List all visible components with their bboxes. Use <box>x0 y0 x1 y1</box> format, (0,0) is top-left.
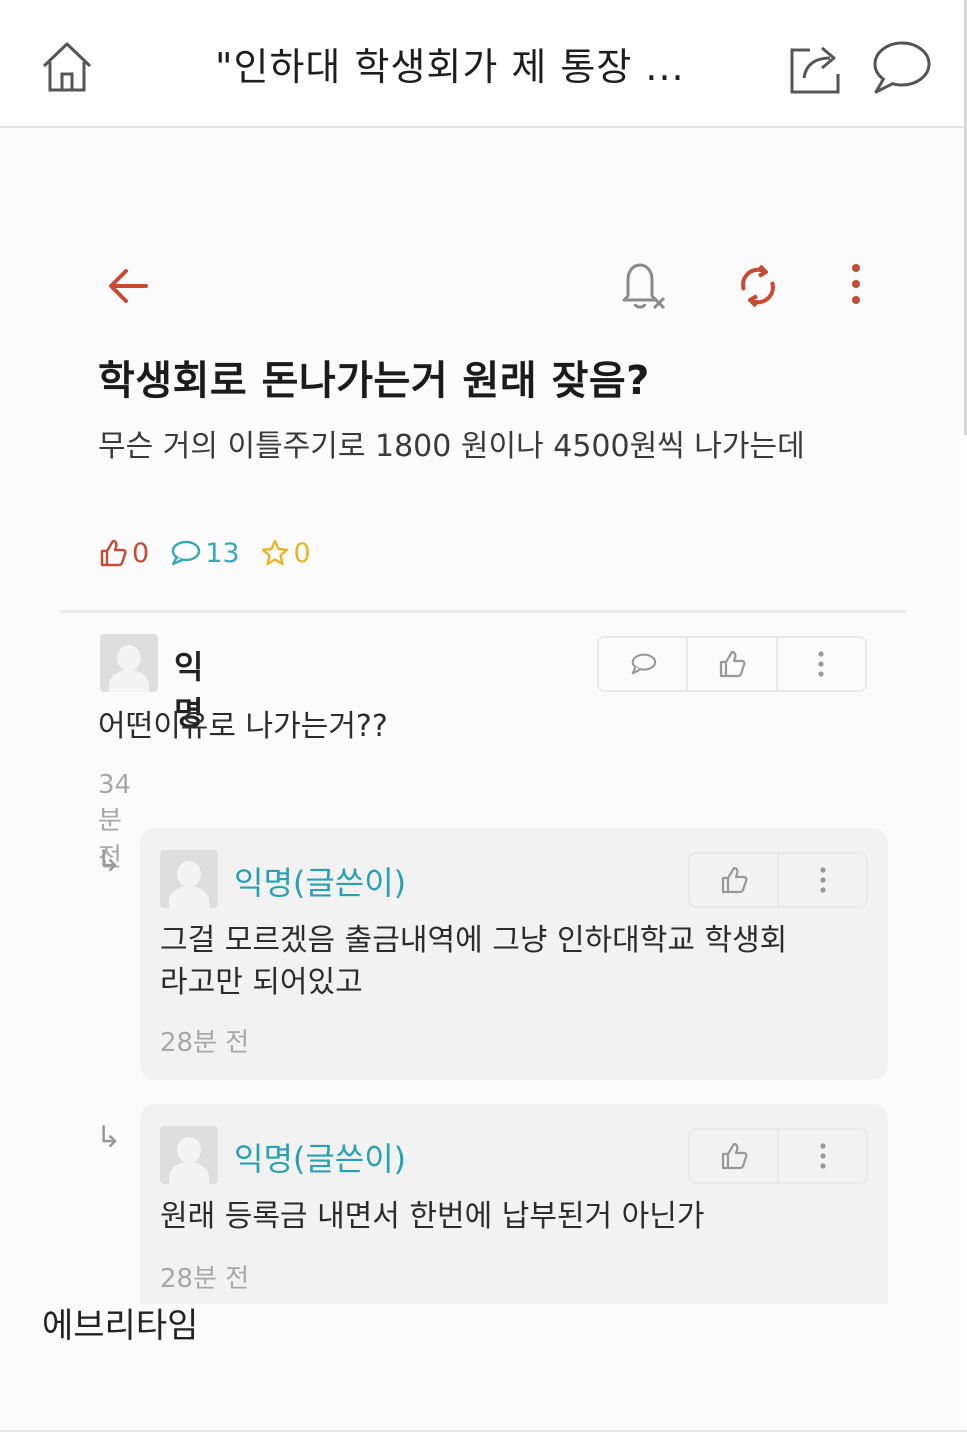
more-vertical-icon <box>819 1143 826 1169</box>
divider <box>60 610 906 613</box>
reply-item: 익명(글쓴이) 그걸 모르겠음 출금내역에 그냥 인하대학교 학생회라고만 되어… <box>140 828 888 1080</box>
notification-off-icon[interactable] <box>616 258 668 314</box>
thumbs-up-icon <box>721 1142 747 1170</box>
more-button[interactable] <box>779 1130 866 1182</box>
scrap-count: 0 <box>293 537 311 569</box>
more-button[interactable] <box>778 638 865 690</box>
comment-text: 원래 등록금 내면서 한번에 납부된거 아닌가 <box>160 1199 705 1234</box>
chat-bubble-icon[interactable] <box>868 38 932 96</box>
comment-author: 익명(글쓴이) <box>234 1140 407 1178</box>
reply-arrow-icon: ↳ <box>96 844 122 879</box>
like-stat: 0 <box>98 538 149 569</box>
page-title: "인하대 학생회가 제 통장 ... <box>215 45 685 89</box>
post-stats: 0 13 0 <box>98 533 331 573</box>
reply-item: 익명(글쓴이) 원래 등록금 내면서 한번에 납부된거 아닌가 28분 전 <box>140 1104 888 1304</box>
top-bar: "인하대 학생회가 제 통장 ... <box>0 0 967 435</box>
post-title: 학생회로 돈나가는거 원래 잦음? <box>98 358 650 404</box>
more-vertical-icon[interactable] <box>846 262 866 308</box>
comment-actions <box>688 852 868 908</box>
more-vertical-icon <box>819 867 826 893</box>
reply-button[interactable] <box>599 638 689 690</box>
divider <box>0 1430 967 1432</box>
comment-actions <box>688 1128 868 1184</box>
avatar <box>100 634 158 692</box>
refresh-icon[interactable] <box>734 262 782 310</box>
comment-icon <box>171 540 201 566</box>
more-button[interactable] <box>779 854 866 906</box>
reply-arrow-icon: ↳ <box>96 1120 122 1155</box>
thumbs-up-icon <box>721 866 747 894</box>
home-icon[interactable] <box>38 38 96 96</box>
star-icon <box>261 539 288 566</box>
like-button[interactable] <box>688 638 778 690</box>
like-button[interactable] <box>690 854 779 906</box>
comment-time: 28분 전 <box>160 1028 250 1058</box>
post-body: 무슨 거의 이틀주기로 1800 원이나 4500원씩 나가는데 <box>98 429 805 464</box>
like-button[interactable] <box>690 1130 779 1182</box>
source-label: 에브리타임 <box>42 1306 199 1346</box>
back-arrow-icon[interactable] <box>106 266 150 306</box>
screenshot-content: 학생회로 돈나가는거 원래 잦음? 무슨 거의 이틀주기로 1800 원이나 4… <box>0 128 964 1428</box>
comment-text: 그걸 모르겠음 출금내역에 그냥 인하대학교 학생회라고만 되어있고 <box>160 923 788 1000</box>
like-count: 0 <box>132 537 150 569</box>
comment-icon <box>631 653 656 675</box>
thumbs-up-icon <box>100 539 127 567</box>
scrap-stat: 0 <box>260 538 311 569</box>
comment-actions <box>597 636 867 692</box>
comment-stat: 13 <box>169 537 240 569</box>
avatar <box>160 1126 218 1184</box>
comment-author: 익명(글쓴이) <box>234 864 407 902</box>
thumbs-up-icon <box>719 650 746 678</box>
comment-time: 28분 전 <box>160 1264 250 1294</box>
more-vertical-icon <box>818 651 824 677</box>
share-icon[interactable] <box>788 40 848 96</box>
app-bar <box>100 252 890 328</box>
avatar <box>160 850 218 908</box>
comment-text: 어떤이유로 나가는거?? <box>98 709 388 744</box>
comment-count: 13 <box>205 537 240 569</box>
